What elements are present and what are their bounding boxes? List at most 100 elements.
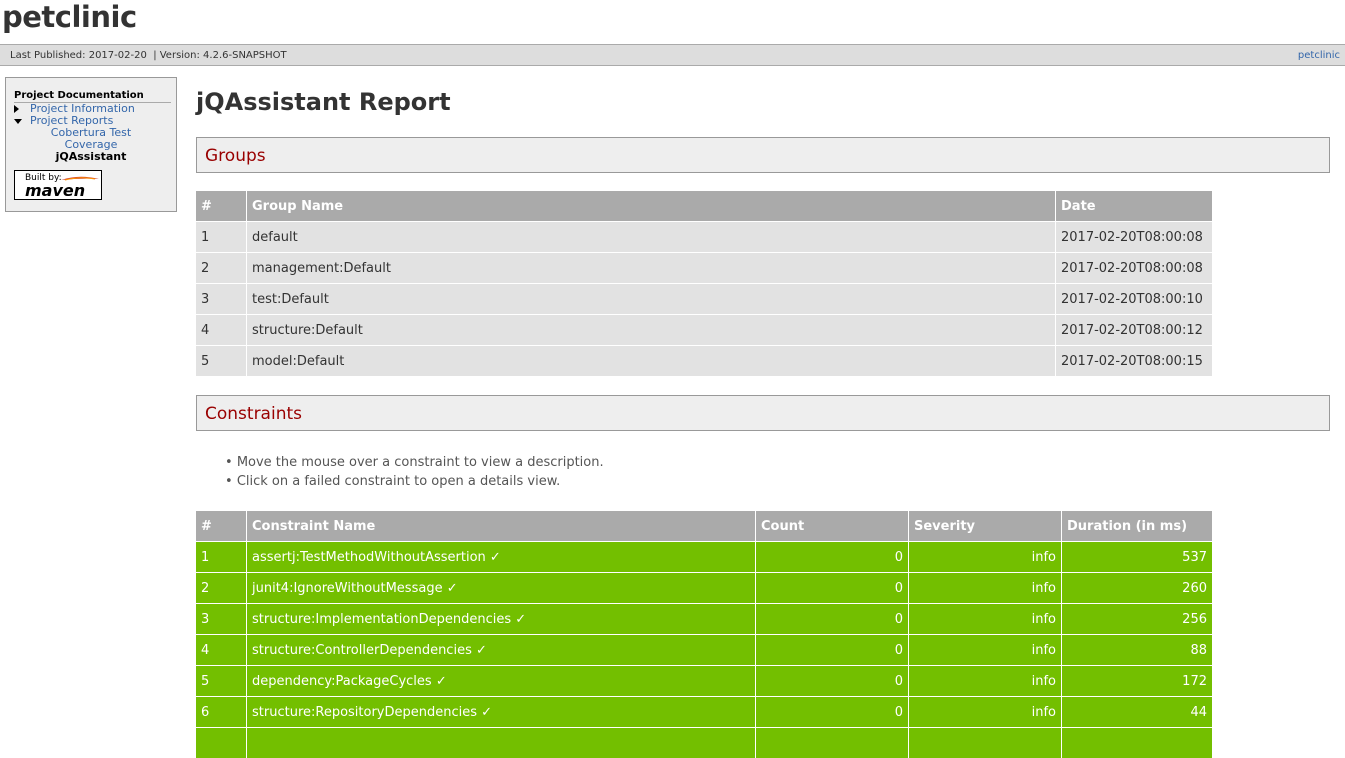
constraints-table: # Constraint Name Count Severity Duratio… [196,511,1213,758]
version-info: | Version: 4.2.6-SNAPSHOT [153,50,286,61]
group-date: 2017-02-20T08:00:15 [1056,346,1213,377]
constraint-name[interactable]: structure:ImplementationDependencies ✓ [247,604,756,635]
constraint-count: 0 [756,697,909,728]
column-header: Constraint Name [247,511,756,542]
constraints-section-heading: Constraints [196,395,1330,431]
built-by-maven-badge[interactable]: Built by: maven [14,170,102,200]
column-header: Severity [909,511,1062,542]
constraint-count: 0 [756,542,909,573]
group-name: test:Default [247,284,1056,315]
constraint-name[interactable]: assertj:TestMethodWithoutAssertion ✓ [247,542,756,573]
groups-section-heading: Groups [196,137,1330,173]
constraint-index: 6 [196,697,247,728]
groups-table: # Group Name Date 1 default 2017-02-20T0… [196,191,1213,376]
table-row: 2 management:Default 2017-02-20T08:00:08 [196,253,1213,284]
group-index: 1 [196,222,247,253]
constraint-notes: Move the mouse over a constraint to view… [196,453,1331,491]
group-date: 2017-02-20T08:00:10 [1056,284,1213,315]
page-title: jQAssistant Report [196,80,1331,116]
group-date: 2017-02-20T08:00:08 [1056,253,1213,284]
constraint-name[interactable]: dependency:PackageCycles ✓ [247,666,756,697]
constraint-row[interactable]: 6 structure:RepositoryDependencies ✓ 0 i… [196,697,1213,728]
constraint-index: 5 [196,666,247,697]
constraint-row[interactable]: 5 dependency:PackageCycles ✓ 0 info 172 [196,666,1213,697]
maven-logo-text: maven [25,181,85,200]
banner: petclinic [0,0,1345,44]
nav-subitem-jqassistant: jQAssistant [30,151,136,163]
group-index: 5 [196,346,247,377]
constraint-row[interactable]: 1 assertj:TestMethodWithoutAssertion ✓ 0… [196,542,1213,573]
column-header: # [196,511,247,542]
group-name: default [247,222,1056,253]
nav-subitem-cobertura[interactable]: Cobertura Test Coverage [30,127,136,151]
constraint-duration: 537 [1062,542,1213,573]
nav-submenu: Cobertura Test Coverage jQAssistant [30,127,171,163]
group-date: 2017-02-20T08:00:12 [1056,315,1213,346]
table-cell [247,728,756,758]
group-date: 2017-02-20T08:00:08 [1056,222,1213,253]
site-title: petclinic [2,0,137,34]
group-index: 4 [196,315,247,346]
table-row: 5 model:Default 2017-02-20T08:00:15 [196,346,1213,377]
group-index: 3 [196,284,247,315]
left-sidebar: Project Documentation Project Informatio… [5,77,177,212]
constraint-severity: info [909,542,1062,573]
column-header: Date [1056,191,1213,222]
constraint-duration: 172 [1062,666,1213,697]
list-item: Move the mouse over a constraint to view… [225,453,1331,472]
constraint-severity: info [909,697,1062,728]
constraint-index: 3 [196,604,247,635]
constraint-row[interactable]: 2 junit4:IgnoreWithoutMessage ✓ 0 info 2… [196,573,1213,604]
constraint-row[interactable]: 3 structure:ImplementationDependencies ✓… [196,604,1213,635]
constraint-name[interactable]: structure:ControllerDependencies ✓ [247,635,756,666]
nav-current-jqassistant: jQAssistant [56,150,127,163]
constraint-duration: 44 [1062,697,1213,728]
column-header: Count [756,511,909,542]
constraint-count: 0 [756,604,909,635]
nav-link-cobertura[interactable]: Cobertura Test Coverage [51,126,131,151]
group-index: 2 [196,253,247,284]
group-name: management:Default [247,253,1056,284]
expanded-arrow-icon [14,119,22,124]
constraint-duration: 256 [1062,604,1213,635]
constraint-count: 0 [756,635,909,666]
collapsed-arrow-icon [14,105,19,113]
last-published: Last Published: 2017-02-20 [10,50,147,61]
table-cell [756,728,909,758]
constraint-count: 0 [756,573,909,604]
constraint-severity: info [909,666,1062,697]
constraint-severity: info [909,604,1062,635]
constraint-row-partial[interactable] [196,728,1213,758]
column-header: Group Name [247,191,1056,222]
main-content: jQAssistant Report Groups # Group Name D… [196,80,1331,758]
table-row: 4 structure:Default 2017-02-20T08:00:12 [196,315,1213,346]
table-cell [196,728,247,758]
constraint-name[interactable]: structure:RepositoryDependencies ✓ [247,697,756,728]
groups-header-row: # Group Name Date [196,191,1213,222]
constraint-index: 1 [196,542,247,573]
constraint-count: 0 [756,666,909,697]
table-cell [1062,728,1213,758]
constraint-duration: 260 [1062,573,1213,604]
nav-menu: Project Information Project Reports Cobe… [14,103,171,163]
constraint-index: 4 [196,635,247,666]
nav-column: Project Documentation Project Informatio… [6,78,176,200]
group-name: structure:Default [247,315,1056,346]
constraint-row[interactable]: 4 structure:ControllerDependencies ✓ 0 i… [196,635,1213,666]
table-row: 3 test:Default 2017-02-20T08:00:10 [196,284,1213,315]
breadcrumbs-bar: Last Published: 2017-02-20 | Version: 4.… [0,44,1345,66]
column-header: # [196,191,247,222]
group-name: model:Default [247,346,1056,377]
constraint-index: 2 [196,573,247,604]
column-header: Duration (in ms) [1062,511,1213,542]
publish-info: Last Published: 2017-02-20 | Version: 4.… [10,50,287,61]
project-home-link[interactable]: petclinic [1298,50,1340,61]
constraint-severity: info [909,573,1062,604]
nav-item-project-reports[interactable]: Project Reports Cobertura Test Coverage … [14,115,171,163]
list-item: Click on a failed constraint to open a d… [225,472,1331,491]
constraint-duration: 88 [1062,635,1213,666]
constraint-severity: info [909,635,1062,666]
table-cell [909,728,1062,758]
constraint-name[interactable]: junit4:IgnoreWithoutMessage ✓ [247,573,756,604]
table-row: 1 default 2017-02-20T08:00:08 [196,222,1213,253]
